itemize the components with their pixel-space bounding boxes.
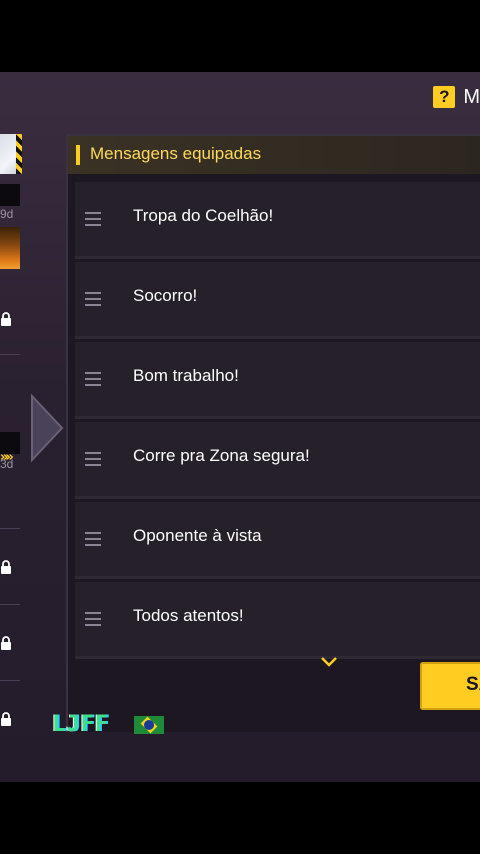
panel-header: Mensagens equipadas [68,136,480,174]
message-row[interactable]: Socorro! [75,262,480,339]
divider [0,680,20,681]
message-row[interactable]: Bom trabalho! [75,342,480,419]
divider [0,604,20,605]
message-row[interactable]: Todos atentos! [75,582,480,659]
lock-icon [1,560,11,574]
save-button-label: SA [466,674,480,695]
message-row[interactable]: Tropa do Coelhão! [75,182,480,259]
message-text: Bom trabalho! [133,366,239,385]
save-button[interactable]: SA [420,662,480,710]
equipped-messages-panel: Mensagens equipadas Tropa do Coelhão! So… [66,134,480,732]
arrow-right-icon[interactable] [28,392,66,464]
game-screen: ? M 9d »» 3d Mensagens equipadas Tropa d… [0,72,480,782]
header-accent-bar [76,145,80,165]
watermark-text: LJFF [52,712,109,737]
drag-handle-icon[interactable] [85,212,101,226]
item-thumbnail-1[interactable] [0,134,22,174]
drag-handle-icon[interactable] [85,612,101,626]
message-text: Tropa do Coelhão! [133,206,274,225]
drag-handle-icon[interactable] [85,372,101,386]
hazard-stripe [16,134,22,174]
item-days-1: 9d [0,207,14,221]
drag-handle-icon[interactable] [85,452,101,466]
lock-icon [1,312,11,326]
message-text: Oponente à vista [133,526,262,545]
watermark-logo: LJFF [50,712,170,740]
message-row[interactable]: Oponente à vista [75,502,480,579]
brazil-flag-icon [134,716,164,734]
lock-icon [1,712,11,726]
divider [0,354,20,355]
chevron-down-icon[interactable] [320,656,338,668]
lock-icon [1,636,11,650]
drag-handle-icon[interactable] [85,292,101,306]
item-bar-2 [0,432,20,454]
message-row[interactable]: Corre pra Zona segura! [75,422,480,499]
item-days-2: 3d [0,457,14,471]
message-text: Socorro! [133,286,198,305]
panel-title: Mensagens equipadas [90,144,262,163]
message-text: Corre pra Zona segura! [133,446,310,465]
drag-handle-icon[interactable] [85,532,101,546]
left-item-strip: 9d »» 3d [0,132,22,782]
item-thumbnail-2[interactable] [0,227,20,269]
divider [0,528,20,529]
message-text: Todos atentos! [133,606,244,625]
item-bar-1 [0,184,20,206]
help-icon[interactable]: ? [433,86,456,108]
top-right-header: ? M [433,84,480,110]
header-title-fragment: M [463,85,480,108]
